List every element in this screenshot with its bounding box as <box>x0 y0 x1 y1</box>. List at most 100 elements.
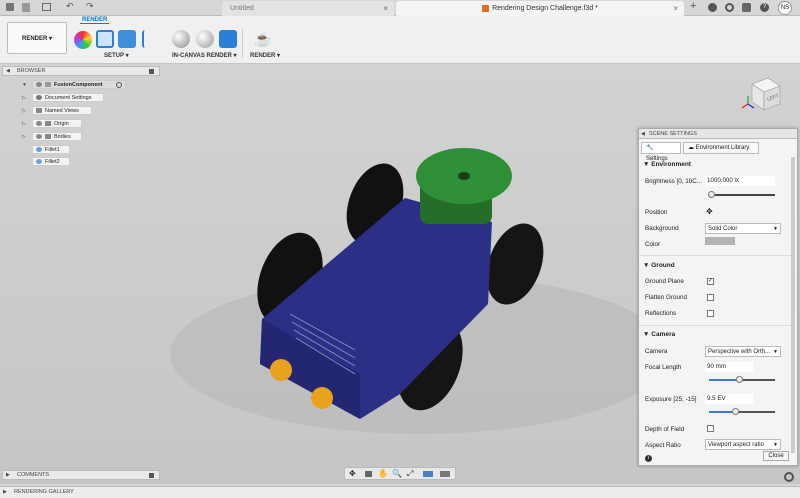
expand-icon[interactable]: ▷ <box>22 108 26 114</box>
browser-item-origin[interactable]: Origin <box>32 119 82 128</box>
pin-icon[interactable] <box>149 473 154 478</box>
eye-icon[interactable] <box>36 82 42 88</box>
eye-icon[interactable] <box>36 134 42 140</box>
tab-render[interactable]: RENDER <box>80 17 110 24</box>
toolbar: RENDER ▾ RENDER SETUP ▾ IN-CANVAS RENDER… <box>0 16 800 64</box>
depth-of-field-checkbox[interactable] <box>707 425 714 432</box>
scene-settings-icon[interactable] <box>96 30 114 48</box>
in-canvas-settings-icon[interactable] <box>196 30 214 48</box>
expand-icon[interactable]: ▼ <box>22 82 27 88</box>
rendering-gallery-bar[interactable]: ▶ RENDERING GALLERY <box>0 486 800 498</box>
in-canvas-render-icon[interactable] <box>172 30 190 48</box>
display-settings-icon[interactable] <box>423 471 433 477</box>
workspace-switcher[interactable]: RENDER ▾ <box>7 22 67 54</box>
job-status-icon[interactable] <box>725 3 734 12</box>
tab-settings[interactable]: 🔧 Settings <box>641 142 681 162</box>
browser-item-label: Fillet2 <box>45 159 60 165</box>
notifications-icon[interactable] <box>742 3 751 12</box>
zoom-icon[interactable]: 🔍 <box>392 469 402 478</box>
reflections-checkbox[interactable] <box>707 310 714 317</box>
aspect-ratio-dropdown[interactable]: Viewport aspect ratio ▼ <box>705 439 781 450</box>
section-camera[interactable]: ▼ Camera <box>643 331 675 338</box>
brightness-input[interactable]: 1000.000 lx <box>705 176 775 186</box>
focal-length-slider[interactable] <box>709 376 775 383</box>
scene-settings-header[interactable]: ◀ SCENE SETTINGS <box>639 129 797 139</box>
expand-icon[interactable]: ▶ <box>3 487 7 498</box>
pin-icon[interactable] <box>149 69 154 74</box>
look-at-icon[interactable] <box>365 471 372 477</box>
scene-settings-panel: ◀ SCENE SETTINGS 🔧 Settings ☁ Environmen… <box>638 128 798 466</box>
expand-icon[interactable]: ▶ <box>6 471 10 480</box>
activate-icon[interactable] <box>116 82 122 88</box>
slider-knob[interactable] <box>708 191 715 198</box>
exposure-slider[interactable] <box>709 408 775 415</box>
slider-knob[interactable] <box>732 408 740 415</box>
save-icon[interactable] <box>42 3 51 11</box>
grid-settings-icon[interactable] <box>440 471 450 477</box>
flatten-ground-checkbox[interactable] <box>707 294 714 301</box>
browser-item-bodies[interactable]: Bodies <box>32 132 82 141</box>
info-icon[interactable]: i <box>645 455 652 462</box>
cloud-icon: ☁ <box>688 145 694 151</box>
orbit-icon[interactable]: ✥ <box>349 469 356 478</box>
browser-item-fillet2[interactable]: Fillet2 <box>32 157 70 166</box>
close-button[interactable]: Close <box>763 451 789 461</box>
avatar[interactable]: NS <box>778 1 792 15</box>
decal-icon[interactable] <box>118 30 136 48</box>
texture-map-icon[interactable] <box>142 30 156 48</box>
extensions-icon[interactable] <box>708 3 717 12</box>
divider <box>639 325 795 326</box>
scrollbar[interactable] <box>791 157 795 453</box>
eye-icon[interactable] <box>36 121 42 127</box>
fit-icon[interactable]: ⤢ <box>407 469 413 479</box>
background-dropdown[interactable]: Solid Color ▼ <box>705 223 781 234</box>
divider <box>639 255 795 256</box>
close-icon[interactable]: × <box>383 1 388 16</box>
collapse-icon[interactable]: ◀ <box>6 67 10 76</box>
tab-untitled[interactable]: Untitled × <box>222 1 394 16</box>
position-label: Position <box>645 209 668 216</box>
app-grid-icon[interactable] <box>6 3 14 11</box>
exposure-input[interactable]: 9.5 EV <box>705 394 753 404</box>
tab-active-document[interactable]: Rendering Design Challenge.f3d * × <box>396 1 684 16</box>
pan-icon[interactable]: ✋ <box>378 469 388 478</box>
redo-icon[interactable]: ↷ <box>86 1 94 12</box>
brightness-slider[interactable] <box>708 191 775 198</box>
headlight-left <box>270 359 292 381</box>
camera-dropdown[interactable]: Perspective with Orth... ▼ <box>705 346 781 357</box>
browser-panel-header[interactable]: ◀ BROWSER <box>2 66 160 76</box>
browser-item-document-settings[interactable]: Document Settings <box>32 93 104 102</box>
slider-knob[interactable] <box>735 376 743 383</box>
dropdown-value: Perspective with Orth... <box>708 349 771 355</box>
expand-icon[interactable]: ▷ <box>22 134 26 140</box>
help-icon[interactable]: ? <box>760 3 769 12</box>
expand-icon[interactable]: ▷ <box>22 95 26 101</box>
render-group-label[interactable]: RENDER ▾ <box>250 52 280 59</box>
focal-length-input[interactable]: 90 mm <box>705 362 753 372</box>
folder-icon <box>36 108 42 114</box>
undo-icon[interactable]: ↶ <box>66 1 74 12</box>
appearance-icon[interactable] <box>74 31 92 49</box>
browser-item-fillet1[interactable]: Fillet1 <box>32 145 70 154</box>
move-icon[interactable]: ✥ <box>706 207 713 216</box>
headlight-right <box>311 387 333 409</box>
teapot-render-icon[interactable]: ☕ <box>254 30 272 48</box>
section-environment[interactable]: ▼ Environment <box>643 161 691 168</box>
browser-item-named-views[interactable]: Named Views <box>32 106 92 115</box>
color-swatch[interactable] <box>705 237 735 245</box>
collapse-icon[interactable]: ◀ <box>641 129 645 139</box>
ground-plane-checkbox[interactable]: ✓ <box>707 278 714 285</box>
section-ground[interactable]: ▼ Ground <box>643 262 675 269</box>
tab-environment-library[interactable]: ☁ Environment Library <box>683 142 759 154</box>
folder-icon <box>45 134 51 140</box>
expand-icon[interactable]: ▷ <box>22 121 26 127</box>
browser-item-component[interactable]: FusionComponent <box>32 80 126 89</box>
file-icon[interactable] <box>22 3 30 12</box>
close-icon[interactable]: × <box>673 1 678 16</box>
capture-image-icon[interactable] <box>219 30 237 48</box>
setup-group-label[interactable]: SETUP ▾ <box>104 52 129 59</box>
viewcube[interactable]: LEFT <box>740 74 784 114</box>
in-canvas-render-group-label[interactable]: IN-CANVAS RENDER ▾ <box>172 52 237 59</box>
new-tab-icon[interactable]: + <box>690 0 696 12</box>
comments-panel-header[interactable]: ▶ COMMENTS <box>2 470 160 480</box>
